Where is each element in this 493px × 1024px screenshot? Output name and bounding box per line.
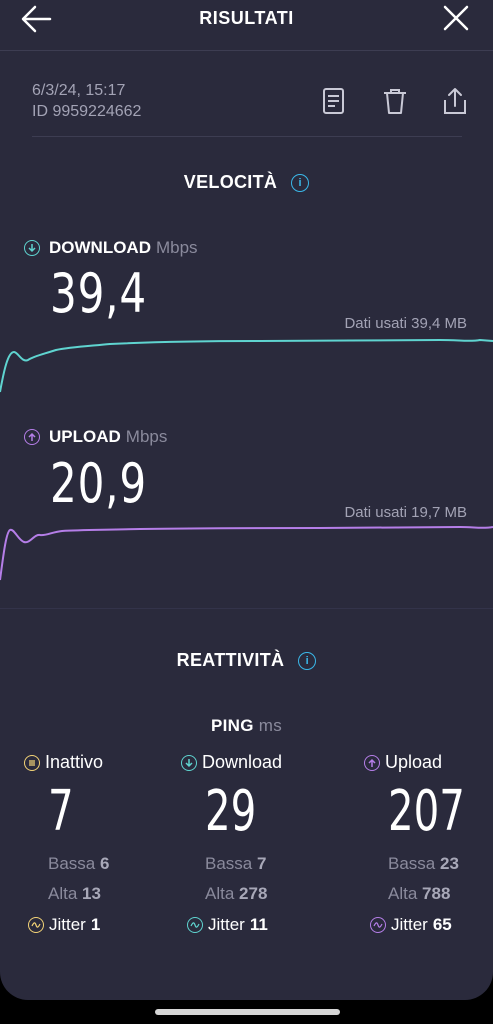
ping-high-download: Alta 278: [205, 883, 282, 905]
ping-name-idle: Inattivo: [45, 752, 104, 772]
ping-low-upload: Bassa 23: [388, 853, 493, 875]
home-indicator[interactable]: [155, 1009, 340, 1015]
header-divider: [0, 50, 493, 51]
section-divider: [0, 608, 493, 609]
test-id: ID 9959224662: [32, 103, 142, 120]
ping-name-download: Download: [202, 752, 283, 772]
share-icon[interactable]: [441, 86, 469, 116]
close-icon[interactable]: [440, 4, 472, 34]
download-label-row: DOWNLOAD Mbps: [24, 238, 198, 258]
upload-speed-value: 20,9: [50, 452, 147, 515]
ping-unit: ms: [258, 716, 283, 735]
upload-label-row: UPLOAD Mbps: [24, 427, 167, 447]
download-graph: [0, 338, 493, 393]
ping-column-upload: Upload 207 Bassa 23 Alta 788 Jitter 65: [364, 752, 493, 935]
jitter-upload: Jitter 65: [370, 915, 493, 935]
ping-column-download: Download 29 Bassa 7 Alta 278 Jitter 11: [181, 752, 282, 935]
high-label: Alta: [48, 884, 78, 903]
ping-low-idle: Bassa 6: [48, 853, 109, 875]
download-speed-value: 39,4: [50, 262, 147, 325]
ping-head-upload: Upload: [364, 752, 493, 773]
jitter-icon: [28, 917, 44, 933]
jitter-value: 65: [432, 915, 452, 934]
high-label: Alta: [205, 884, 235, 903]
low-value: 7: [256, 854, 267, 873]
info-icon[interactable]: i: [298, 652, 317, 670]
ping-high-upload: Alta 788: [388, 883, 493, 905]
upload-label: UPLOAD: [49, 427, 121, 446]
meta-divider: [32, 136, 462, 137]
responsiveness-section-label: REATTIVITÀ: [176, 650, 285, 670]
ping-name-upload: Upload: [385, 752, 443, 772]
download-unit: Mbps: [155, 238, 198, 257]
upload-unit: Mbps: [125, 427, 168, 446]
results-screen: RISULTATI 6/3/24, 15:17 ID 9959224662 VE…: [0, 0, 493, 1000]
top-bar: RISULTATI: [0, 0, 493, 40]
info-icon[interactable]: i: [291, 174, 310, 192]
jitter-value: 11: [249, 915, 268, 934]
download-icon: [181, 754, 197, 771]
test-meta: 6/3/24, 15:17 ID 9959224662: [32, 80, 141, 122]
idle-icon: [24, 754, 40, 771]
ping-label: PING: [210, 716, 254, 735]
ping-column-idle: Inattivo 7 Bassa 6 Alta 13 Jitter 1: [24, 752, 109, 935]
jitter-label: Jitter: [391, 915, 428, 934]
high-value: 278: [239, 884, 268, 903]
responsiveness-section-title: REATTIVITÀ i: [0, 650, 493, 671]
low-label: Bassa: [388, 854, 436, 873]
download-arrow-icon: [24, 240, 40, 256]
jitter-label: Jitter: [49, 915, 86, 934]
ping-head-idle: Inattivo: [24, 752, 109, 773]
details-icon[interactable]: [320, 86, 348, 116]
high-label: Alta: [388, 884, 418, 903]
ping-value-download: 29: [205, 779, 257, 844]
low-label: Bassa: [48, 854, 96, 873]
upload-arrow-icon: [24, 429, 40, 445]
upload-graph: [0, 525, 493, 581]
test-datetime: 6/3/24, 15:17: [32, 82, 126, 99]
jitter-value: 1: [90, 915, 101, 934]
upload-icon: [364, 754, 380, 771]
low-label: Bassa: [205, 854, 253, 873]
speed-section-label: VELOCITÀ: [183, 172, 278, 192]
ping-low-download: Bassa 7: [205, 853, 282, 875]
download-label: DOWNLOAD: [49, 238, 151, 257]
ping-high-idle: Alta 13: [48, 883, 109, 905]
jitter-icon: [187, 917, 203, 933]
page-title: RISULTATI: [199, 8, 294, 28]
jitter-icon: [370, 917, 386, 933]
ping-value-idle: 7: [48, 779, 74, 844]
ping-value-upload: 207: [388, 779, 465, 844]
high-value: 788: [422, 884, 451, 903]
jitter-download: Jitter 11: [187, 915, 282, 935]
speed-section-title: VELOCITÀ i: [0, 172, 493, 193]
ping-head-download: Download: [181, 752, 282, 773]
high-value: 13: [82, 884, 101, 903]
jitter-idle: Jitter 1: [28, 915, 109, 935]
low-value: 6: [99, 854, 110, 873]
ping-title: PING ms: [0, 716, 493, 736]
jitter-label: Jitter: [208, 915, 245, 934]
low-value: 23: [439, 854, 459, 873]
trash-icon[interactable]: [381, 86, 409, 116]
